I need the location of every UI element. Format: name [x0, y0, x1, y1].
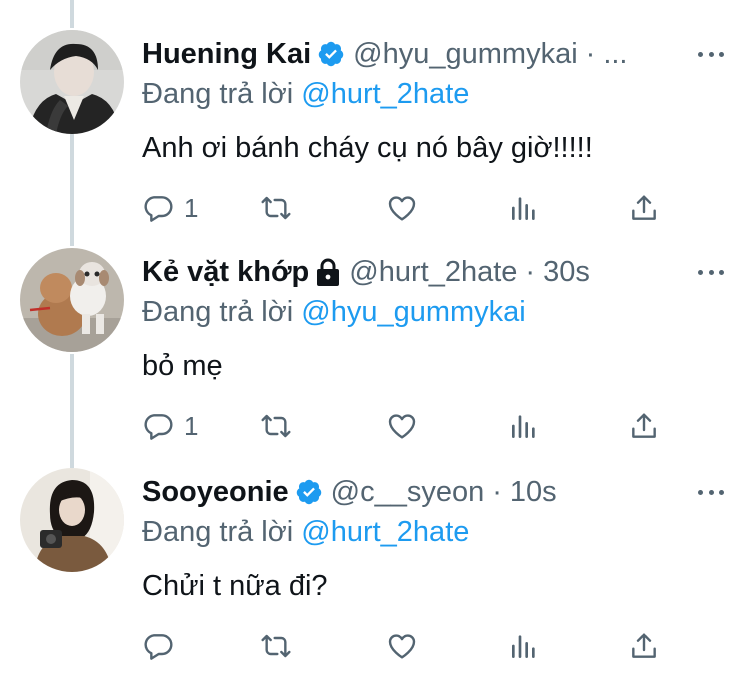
reply-button[interactable] [142, 626, 184, 666]
timestamp[interactable]: 30s [543, 252, 590, 292]
user-handle[interactable]: @hurt_2hate [349, 252, 517, 292]
analytics-icon [512, 415, 535, 438]
avatar-photo-icon [20, 30, 124, 134]
timestamp[interactable]: 10s [510, 472, 557, 512]
tweet-text: Anh ơi bánh cháy cụ nó bây giờ!!!!! [142, 132, 593, 164]
user-handle[interactable]: @c__syeon [331, 472, 485, 512]
retweet-icon [261, 634, 291, 658]
replying-to: Đang trả lời @hyu_gummykai [142, 292, 526, 332]
share-button[interactable] [628, 626, 660, 666]
analytics-button[interactable] [508, 188, 540, 228]
replying-to: Đang trả lời @hurt_2hate [142, 512, 469, 552]
separator-dot: · [585, 38, 596, 70]
reply-button[interactable]: 1 [142, 188, 198, 228]
tweet[interactable]: Sooyeonie @c__syeon · 10s Đang trả lời @… [0, 468, 750, 688]
heart-icon [388, 414, 416, 439]
tweet-text: Chửi t nữa đi? [142, 570, 328, 602]
mention-link[interactable]: @hyu_gummykai [301, 296, 525, 328]
share-icon [632, 633, 656, 658]
avatar[interactable] [20, 468, 124, 572]
action-bar: 1 [142, 406, 672, 446]
like-button[interactable] [386, 626, 418, 666]
replying-to: Đang trả lời @hurt_2hate [142, 74, 469, 114]
replying-to-label: Đang trả lời [142, 516, 294, 548]
retweet-button[interactable] [260, 406, 292, 446]
retweet-icon [261, 414, 291, 438]
replying-to-label: Đang trả lời [142, 296, 294, 328]
action-bar [142, 626, 672, 666]
reply-icon [144, 196, 173, 222]
mention-link[interactable]: @hurt_2hate [301, 516, 469, 548]
mention-link[interactable]: @hurt_2hate [301, 78, 469, 110]
share-button[interactable] [628, 188, 660, 228]
like-button[interactable] [386, 406, 418, 446]
share-icon [632, 413, 656, 438]
display-name[interactable]: Sooyeonie [142, 472, 289, 512]
like-button[interactable] [386, 188, 418, 228]
reply-count: 1 [184, 410, 199, 441]
display-name[interactable]: Kẻ vặt khớp [142, 252, 309, 292]
analytics-button[interactable] [508, 406, 540, 446]
reply-count: 1 [184, 192, 199, 223]
analytics-icon [512, 197, 535, 220]
reply-icon [144, 414, 173, 440]
verified-badge-icon [295, 478, 323, 506]
thread-line [70, 0, 74, 28]
replying-to-label: Đang trả lời [142, 78, 294, 110]
retweet-button[interactable] [260, 626, 292, 666]
avatar-photo-icon [20, 468, 124, 572]
dog-avatar-icon [20, 248, 124, 352]
share-button[interactable] [628, 406, 660, 446]
action-bar: 1 [142, 188, 672, 228]
reply-icon [144, 634, 173, 660]
avatar[interactable] [20, 248, 124, 352]
share-icon [632, 195, 656, 220]
more-options-icon[interactable] [698, 262, 724, 282]
tweet[interactable]: Huening Kai @hyu_gummykai · ... Đang trả… [0, 30, 750, 250]
display-name[interactable]: Huening Kai [142, 34, 311, 74]
avatar[interactable] [20, 30, 124, 134]
verified-badge-icon [317, 40, 345, 68]
user-handle[interactable]: @hyu_gummykai [353, 34, 577, 74]
analytics-icon [512, 635, 535, 658]
reply-button[interactable]: 1 [142, 406, 198, 446]
retweet-button[interactable] [260, 188, 292, 228]
analytics-button[interactable] [508, 626, 540, 666]
more-options-icon[interactable] [698, 482, 724, 502]
more-options-icon[interactable] [698, 44, 724, 64]
heart-icon [388, 196, 416, 221]
lock-icon [315, 257, 341, 287]
heart-icon [388, 634, 416, 659]
retweet-icon [261, 196, 291, 220]
tweet-text: bỏ mẹ [142, 350, 223, 382]
tweet[interactable]: Kẻ vặt khớp @hurt_2hate · 30s Đang trả l… [0, 248, 750, 468]
tweet-header: Kẻ vặt khớp @hurt_2hate · 30s [142, 252, 590, 292]
tweet-header: Huening Kai @hyu_gummykai · ... [142, 34, 627, 74]
tweet-header: Sooyeonie @c__syeon · 10s [142, 472, 557, 512]
truncated-text: ... [603, 38, 628, 70]
separator-dot: · [492, 476, 502, 508]
separator-dot: · [525, 256, 536, 288]
